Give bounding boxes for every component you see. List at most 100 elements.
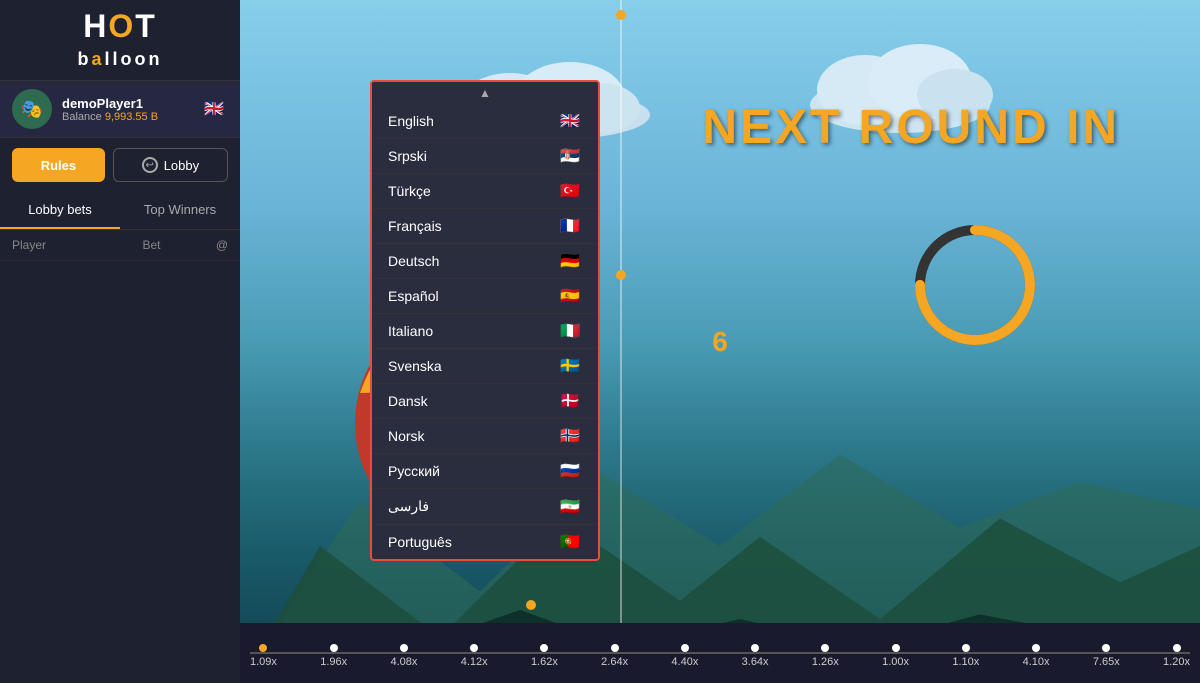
language-item[interactable]: English 🇬🇧 xyxy=(372,104,598,139)
lang-name: Português xyxy=(388,534,452,550)
vline-dot-top xyxy=(616,10,626,20)
lang-name: فارسی xyxy=(388,498,429,515)
balance-label: Balance xyxy=(62,111,102,123)
timeline-item: 1.20x xyxy=(1163,644,1190,668)
timeline-dot xyxy=(611,644,619,652)
game-area: NEXT ROUND IN 6 ▲ English 🇬🇧 Srpski 🇷🇸 Türkç… xyxy=(240,0,1200,683)
language-item[interactable]: Dansk 🇩🇰 xyxy=(372,384,598,419)
lang-name: Norsk xyxy=(388,428,425,444)
user-balance: Balance 9,993.55 B xyxy=(62,111,194,123)
lang-name: Français xyxy=(388,218,442,234)
language-item[interactable]: Español🇪🇸 xyxy=(372,279,598,314)
language-item[interactable]: Português 🇵🇹 xyxy=(372,525,598,559)
language-item[interactable]: Norsk 🇳🇴 xyxy=(372,419,598,454)
language-selector[interactable]: 🇬🇧 xyxy=(200,99,228,119)
tab-top-winners[interactable]: Top Winners xyxy=(120,192,240,229)
timeline-item: 4.40x xyxy=(671,644,698,668)
tabs-area: Lobby bets Top Winners xyxy=(0,192,240,230)
lang-name: Türkçe xyxy=(388,183,431,199)
timeline-label: 4.12x xyxy=(461,656,488,668)
language-item[interactable]: Italiano 🇮🇹 xyxy=(372,314,598,349)
timeline-label: 4.10x xyxy=(1023,656,1050,668)
col-player: Player xyxy=(12,238,105,252)
logo-balloon: balloon xyxy=(77,49,162,69)
language-item[interactable]: Deutsch🇩🇪 xyxy=(372,244,598,279)
language-item[interactable]: Svenska🇸🇪 xyxy=(372,349,598,384)
language-item[interactable]: Français 🇫🇷 xyxy=(372,209,598,244)
timeline-dot xyxy=(540,644,548,652)
scroll-up-indicator[interactable]: ▲ xyxy=(372,82,598,104)
language-item[interactable]: فارسی 🇮🇷 xyxy=(372,489,598,525)
lang-flag: 🇬🇧 xyxy=(558,113,582,129)
lang-name: English xyxy=(388,113,434,129)
timeline-line xyxy=(250,652,1190,654)
col-at: @ xyxy=(198,238,228,252)
timeline-label: 1.26x xyxy=(812,656,839,668)
timeline-dot xyxy=(1032,644,1040,652)
timeline-item: 4.10x xyxy=(1023,644,1050,668)
timeline-bar: 1.09x 1.96x 4.08x 4.12x 1.62x 2.64x 4.40… xyxy=(240,623,1200,683)
lobby-label: Lobby xyxy=(164,158,199,173)
timeline-dot xyxy=(681,644,689,652)
user-info: demoPlayer1 Balance 9,993.55 B xyxy=(62,96,194,123)
timeline-label: 1.00x xyxy=(882,656,909,668)
language-item[interactable]: Türkçe 🇹🇷 xyxy=(372,174,598,209)
user-area: 🎭 demoPlayer1 Balance 9,993.55 B 🇬🇧 xyxy=(0,80,240,138)
timeline-label: 1.96x xyxy=(320,656,347,668)
vertical-line xyxy=(620,0,622,683)
timeline-label: 3.64x xyxy=(742,656,769,668)
lang-flag: 🇳🇴 xyxy=(558,428,582,444)
timeline-dot xyxy=(1102,644,1110,652)
timeline-track: 1.09x 1.96x 4.08x 4.12x 1.62x 2.64x 4.40… xyxy=(240,638,1200,668)
timeline-item: 7.65x xyxy=(1093,644,1120,668)
col-bet: Bet xyxy=(105,238,198,252)
timeline-item: 1.26x xyxy=(812,644,839,668)
lang-name: Dansk xyxy=(388,393,428,409)
timeline-label: 2.64x xyxy=(601,656,628,668)
sidebar: HOT balloon 🎭 demoPlayer1 Balance 9,993.… xyxy=(0,0,240,683)
timeline-label: 1.09x xyxy=(250,656,277,668)
lang-flag: 🇮🇹 xyxy=(558,323,582,339)
language-item[interactable]: Srpski 🇷🇸 xyxy=(372,139,598,174)
rules-button[interactable]: Rules xyxy=(12,148,105,182)
logo-hot: HOT xyxy=(83,8,157,44)
lang-flag: 🇮🇷 xyxy=(558,499,582,515)
lang-flag: 🇹🇷 xyxy=(558,183,582,199)
timeline-dot xyxy=(821,644,829,652)
timeline-item: 1.10x xyxy=(952,644,979,668)
lang-flag: 🇵🇹 xyxy=(558,534,582,550)
table-header: Player Bet @ xyxy=(0,230,240,261)
timeline-item: 4.12x xyxy=(461,644,488,668)
timeline-label: 1.62x xyxy=(531,656,558,668)
timeline-dot xyxy=(400,644,408,652)
basket-dot xyxy=(526,600,536,610)
lang-flag: 🇷🇺 xyxy=(558,463,582,479)
countdown-number: 6 xyxy=(712,326,728,358)
lang-flag: 🇸🇪 xyxy=(558,358,582,374)
timeline-label: 1.10x xyxy=(952,656,979,668)
lang-flag: 🇩🇰 xyxy=(558,393,582,409)
action-buttons: Rules ↩ Lobby xyxy=(0,138,240,192)
next-round-text: NEXT ROUND IN xyxy=(702,100,1120,155)
language-item[interactable]: Русский 🇷🇺 xyxy=(372,454,598,489)
timeline-label: 1.20x xyxy=(1163,656,1190,668)
lang-name: Русский xyxy=(388,463,440,479)
lobby-button[interactable]: ↩ Lobby xyxy=(113,148,228,182)
timeline-item: 1.09x xyxy=(250,644,277,668)
table-body xyxy=(0,261,240,683)
timeline-dot xyxy=(470,644,478,652)
timeline-item: 1.62x xyxy=(531,644,558,668)
lang-name: Srpski xyxy=(388,148,427,164)
balance-amount: 9,993.55 B xyxy=(105,111,158,123)
tab-lobby-bets[interactable]: Lobby bets xyxy=(0,192,120,229)
avatar: 🎭 xyxy=(12,89,52,129)
language-dropdown: ▲ English 🇬🇧 Srpski 🇷🇸 Türkçe 🇹🇷 Français 🇫🇷 Deu… xyxy=(370,80,600,561)
timeline-item: 2.64x xyxy=(601,644,628,668)
lobby-icon: ↩ xyxy=(142,157,158,173)
lang-flag: 🇫🇷 xyxy=(558,218,582,234)
language-list: English 🇬🇧 Srpski 🇷🇸 Türkçe 🇹🇷 Français 🇫🇷 Deuts… xyxy=(372,104,598,559)
logo-area: HOT balloon xyxy=(0,0,240,80)
timeline-label: 4.08x xyxy=(390,656,417,668)
lang-name: Italiano xyxy=(388,323,433,339)
lang-flag: 🇷🇸 xyxy=(558,148,582,164)
